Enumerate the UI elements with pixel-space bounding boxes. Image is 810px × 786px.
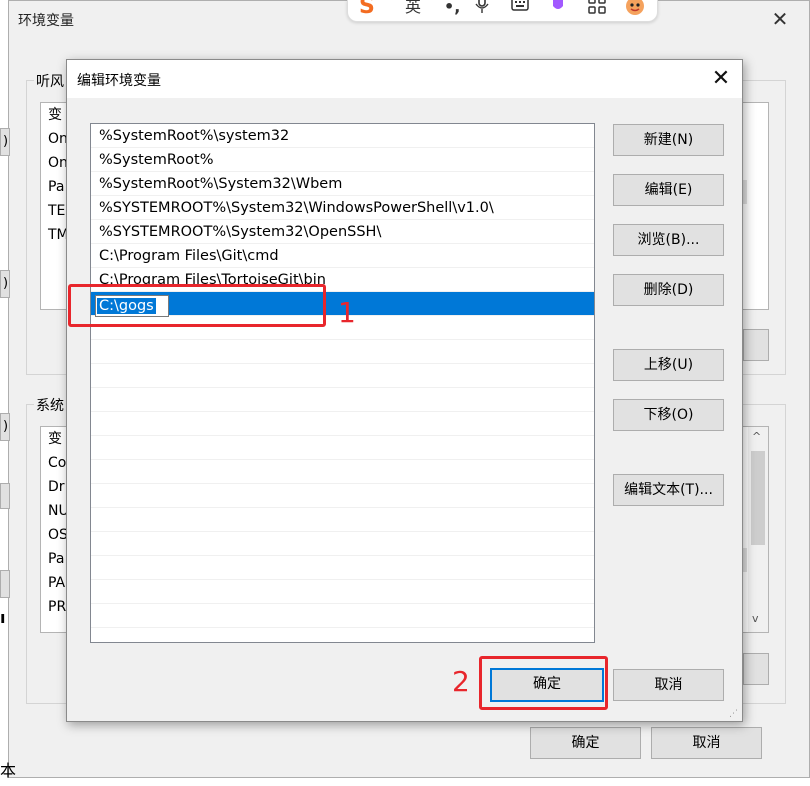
user-buttons-fragment: [743, 329, 769, 361]
new-button[interactable]: 新建(N): [613, 124, 724, 156]
empty-row[interactable]: [91, 340, 594, 364]
path-list-item[interactable]: %SystemRoot%\system32: [91, 124, 594, 148]
variable-row[interactable]: TM: [41, 223, 69, 247]
move-down-button[interactable]: 下移(O): [613, 399, 724, 431]
path-list-item[interactable]: %SYSTEMROOT%\System32\OpenSSH\: [91, 220, 594, 244]
empty-row[interactable]: [91, 388, 594, 412]
delete-button[interactable]: 删除(D): [613, 274, 724, 306]
variable-row[interactable]: Pa: [41, 547, 69, 571]
cancel-button[interactable]: 取消: [613, 669, 724, 701]
bg-close-icon[interactable]: ✕: [768, 8, 792, 32]
skin-icon[interactable]: [551, 0, 565, 18]
variable-row[interactable]: Dr: [41, 475, 69, 499]
empty-row[interactable]: [91, 436, 594, 460]
system-group-label: 系统: [34, 395, 66, 415]
variable-row[interactable]: PA: [41, 571, 69, 595]
path-list-item[interactable]: C:\Program Files\Git\cmd: [91, 244, 594, 268]
left-fragment-text: ı: [0, 608, 6, 627]
annotation-box-1: [68, 284, 326, 327]
empty-row[interactable]: [91, 364, 594, 388]
scroll-down-icon[interactable]: v: [752, 612, 759, 625]
empty-row[interactable]: [91, 460, 594, 484]
left-fragment-button: [0, 570, 10, 598]
empty-row[interactable]: [91, 604, 594, 628]
resize-grip-icon[interactable]: ⋰: [729, 710, 739, 720]
variable-row[interactable]: 变: [41, 103, 69, 127]
system-list-edge-fragment: [743, 548, 747, 572]
left-fragment-text: 本: [0, 761, 17, 780]
path-list-item[interactable]: %SYSTEMROOT%\System32\WindowsPowerShell\…: [91, 196, 594, 220]
language-toggle[interactable]: 英: [405, 0, 421, 18]
keyboard-icon[interactable]: [511, 0, 529, 18]
variable-row[interactable]: On: [41, 127, 69, 151]
variable-row[interactable]: On: [41, 151, 69, 175]
variable-row[interactable]: Co: [41, 451, 69, 475]
user-group-label: 听风: [34, 71, 66, 91]
edit-env-dialog: 编辑环境变量 ✕ %SystemRoot%\system32 %SystemRo…: [66, 59, 743, 722]
path-list-item[interactable]: %SystemRoot%: [91, 148, 594, 172]
empty-row[interactable]: [91, 556, 594, 580]
bg-ok-button[interactable]: 确定: [530, 727, 641, 759]
variable-row[interactable]: TE: [41, 199, 69, 223]
path-list-item[interactable]: %SystemRoot%\System32\Wbem: [91, 172, 594, 196]
browse-button[interactable]: 浏览(B)...: [613, 224, 724, 256]
system-buttons-fragment: [743, 653, 769, 685]
variable-row[interactable]: NU: [41, 499, 69, 523]
empty-row[interactable]: [91, 532, 594, 556]
left-fragment-button: ).: [0, 270, 10, 298]
system-list-scrollbar[interactable]: ^ v: [748, 427, 768, 632]
mic-icon[interactable]: [474, 0, 490, 20]
ime-toolbar: S 英 •,: [347, 0, 658, 22]
empty-row[interactable]: [91, 508, 594, 532]
left-fragment-button: ).: [0, 128, 10, 156]
dialog-titlebar: [67, 60, 742, 98]
empty-row[interactable]: [91, 580, 594, 604]
punctuation-icon[interactable]: •,: [444, 0, 460, 18]
edit-text-button[interactable]: 编辑文本(T)...: [613, 474, 724, 506]
bg-window-title: 环境变量: [18, 13, 74, 29]
empty-row[interactable]: [91, 484, 594, 508]
move-up-button[interactable]: 上移(U): [613, 349, 724, 381]
left-fragment-button: ).: [0, 413, 10, 441]
path-list[interactable]: %SystemRoot%\system32 %SystemRoot% %Syst…: [90, 123, 595, 643]
variable-row[interactable]: PR: [41, 595, 69, 619]
scroll-thumb[interactable]: [751, 451, 765, 545]
close-icon[interactable]: ✕: [707, 66, 735, 94]
sogou-logo-icon[interactable]: S: [359, 0, 375, 18]
annotation-number-2: 2: [452, 665, 470, 698]
dialog-title: 编辑环境变量: [77, 73, 161, 89]
edit-button[interactable]: 编辑(E): [613, 174, 724, 206]
annotation-number-1: 1: [338, 296, 356, 329]
left-fragment-button: [0, 483, 10, 509]
variable-row[interactable]: OS: [41, 523, 69, 547]
bg-cancel-button[interactable]: 取消: [651, 727, 762, 759]
user-list-edge-fragment: [743, 180, 747, 204]
annotation-box-2: [479, 656, 608, 710]
variable-row[interactable]: 变: [41, 427, 69, 451]
avatar-icon[interactable]: [624, 0, 646, 22]
scroll-up-icon[interactable]: ^: [752, 430, 761, 443]
empty-row[interactable]: [91, 412, 594, 436]
user-list-right-edge: [741, 102, 769, 310]
variable-row[interactable]: Pa: [41, 175, 69, 199]
apps-icon[interactable]: [588, 0, 606, 20]
